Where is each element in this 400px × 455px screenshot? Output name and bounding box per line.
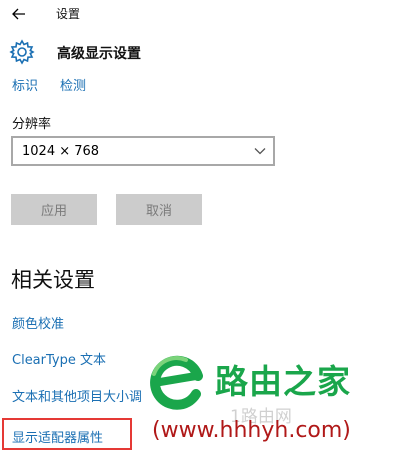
cleartype-text-link[interactable]: ClearType 文本 xyxy=(12,349,106,368)
watermark-url: (www.hhhyh.com) xyxy=(152,418,351,443)
related-settings-heading: 相关设置 xyxy=(11,268,95,292)
gear-icon xyxy=(8,38,36,66)
resolution-dropdown[interactable]: 1024 × 768 xyxy=(11,136,275,166)
watermark-name: 路由之家 xyxy=(215,362,351,401)
back-button[interactable] xyxy=(6,2,32,26)
text-size-link[interactable]: 文本和其他项目大小调 xyxy=(12,386,142,405)
identify-link[interactable]: 标识 xyxy=(12,75,38,94)
resolution-value: 1024 × 768 xyxy=(22,143,100,159)
resolution-label: 分辨率 xyxy=(12,117,52,132)
page-title: 高级显示设置 xyxy=(57,46,141,62)
router-home-logo xyxy=(146,352,208,412)
cancel-button[interactable]: 取消 xyxy=(116,194,202,225)
back-arrow-icon xyxy=(12,8,25,20)
chevron-down-icon xyxy=(254,148,266,155)
color-calibration-link[interactable]: 颜色校准 xyxy=(12,313,64,332)
detect-link[interactable]: 检测 xyxy=(60,75,86,94)
highlight-box xyxy=(2,418,132,450)
apply-button[interactable]: 应用 xyxy=(11,194,97,225)
window-title: 设置 xyxy=(56,7,81,21)
